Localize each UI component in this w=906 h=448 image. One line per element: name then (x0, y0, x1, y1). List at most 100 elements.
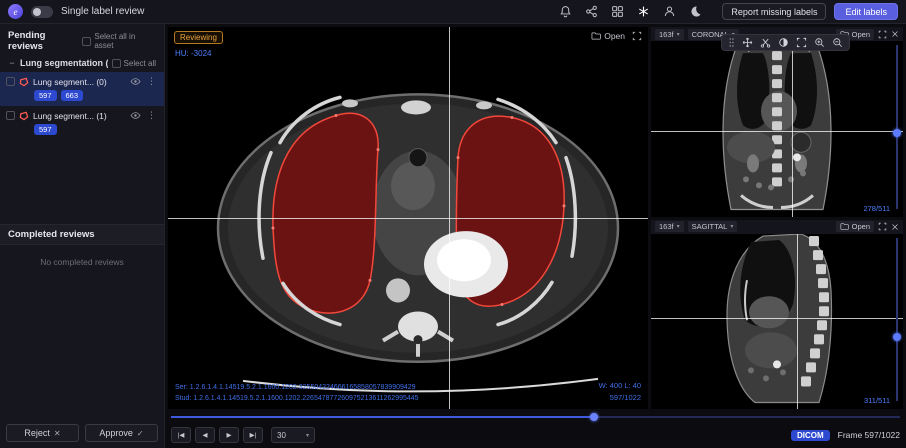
plane-dropdown[interactable]: SAGITTAL▾ (688, 221, 738, 232)
select-all[interactable]: Select all (112, 59, 156, 68)
close-icon[interactable] (891, 30, 899, 38)
side-viewports: 163f▾ CORONAL▾ Open (651, 27, 903, 409)
scissors-icon[interactable] (760, 37, 771, 48)
approve-button-label: Approve (99, 428, 133, 438)
pan-tool-icon[interactable] (742, 37, 753, 48)
completed-reviews-empty-text: No completed reviews (0, 245, 164, 279)
sagittal-viewport[interactable]: 163f▾ SAGITTAL▾ Open 311/51 (651, 220, 903, 410)
timeline-thumb[interactable] (590, 413, 598, 421)
zoom-in-icon[interactable] (814, 37, 825, 48)
frame-count-dropdown[interactable]: 163f▾ (655, 221, 684, 232)
open-panel-button[interactable]: Open (836, 221, 874, 232)
asterisk-icon[interactable] (637, 5, 650, 18)
viewer-toolbar (721, 34, 850, 51)
review-item-0-checkbox[interactable] (6, 77, 15, 86)
frame-badge[interactable]: 663 (61, 90, 84, 101)
sagittal-crosshair-horizontal[interactable] (651, 318, 903, 319)
frame-count-dropdown[interactable]: 163f▾ (655, 29, 684, 40)
skip-last-frame-button[interactable]: ▶| (243, 427, 263, 443)
label-group-row[interactable]: − Lung segmentation (2) Select all (0, 55, 164, 72)
frame-badge[interactable]: 597 (34, 90, 57, 101)
sagittal-ct-image (651, 220, 903, 410)
chevron-down-icon: ▾ (306, 432, 309, 439)
segmentation-class-icon (19, 77, 29, 87)
label-group-title: Lung segmentation (2) (20, 58, 108, 68)
sagittal-crosshair-vertical[interactable] (797, 220, 798, 410)
user-icon[interactable] (663, 5, 676, 18)
coronal-slice-slider[interactable] (893, 45, 901, 209)
visibility-eye-icon[interactable] (130, 110, 141, 121)
next-frame-button[interactable]: ▶ (219, 427, 239, 443)
slider-thumb[interactable] (893, 333, 901, 341)
coronal-ct-image (651, 27, 903, 217)
skip-first-frame-button[interactable]: |◀ (171, 427, 191, 443)
app-logo-icon[interactable]: e (8, 4, 23, 19)
axial-viewport[interactable]: Reviewing HU: -3024 Open Ser: 1.2.6.1.4.… (168, 27, 648, 409)
zoom-out-icon[interactable] (832, 37, 843, 48)
review-item-0[interactable]: Lung segment... (0) ⋮ 597 663 (0, 72, 164, 106)
reject-icon: ✕ (54, 429, 61, 438)
review-sidebar: Pending reviews Select all in asset − Lu… (0, 24, 165, 448)
review-item-0-label: Lung segment... (0) (33, 77, 126, 87)
item-menu-kebab-icon[interactable]: ⋮ (145, 76, 158, 87)
folder-icon (840, 222, 849, 231)
playback-bar: |◀ ◀ ▶ ▶| 30 ▾ DICOM Frame 597/1022 (165, 422, 906, 448)
frame-count-value: 163f (659, 222, 674, 231)
completed-reviews-header[interactable]: Completed reviews (0, 224, 164, 245)
visibility-eye-icon[interactable] (130, 76, 141, 87)
fullscreen-icon[interactable] (632, 31, 642, 41)
fps-dropdown[interactable]: 30 ▾ (271, 427, 315, 443)
coronal-viewport[interactable]: 163f▾ CORONAL▾ Open (651, 27, 903, 217)
fps-value: 30 (277, 431, 286, 440)
edit-labels-button[interactable]: Edit labels (834, 3, 898, 20)
reject-button[interactable]: Reject ✕ (6, 424, 79, 442)
fullscreen-icon[interactable] (878, 30, 887, 39)
drag-handle-icon[interactable] (728, 37, 735, 48)
page-title: Single label review (61, 6, 144, 17)
open-panel-label: Open (852, 30, 870, 39)
report-missing-labels-button[interactable]: Report missing labels (722, 3, 826, 20)
chevron-down-icon: ▾ (730, 223, 733, 230)
frame-badge[interactable]: 597 (34, 124, 57, 135)
approve-icon: ✓ (137, 429, 144, 438)
frame-timeline-slider[interactable] (169, 412, 902, 422)
contrast-icon[interactable] (778, 37, 789, 48)
review-mode-toggle[interactable] (31, 6, 53, 18)
bell-icon[interactable] (559, 5, 572, 18)
series-uid: Ser: 1.2.6.1.4.1.14519.5.2.1.1600.1202.3… (175, 382, 419, 393)
share-icon[interactable] (585, 5, 598, 18)
topbar-icons (559, 5, 702, 18)
item-menu-kebab-icon[interactable]: ⋮ (145, 110, 158, 121)
approve-button[interactable]: Approve ✓ (85, 424, 158, 442)
coronal-position-label: 278/511 (863, 204, 890, 213)
review-item-1[interactable]: Lung segment... (1) ⋮ 597 (0, 106, 164, 140)
review-item-0-badges: 597 663 (34, 90, 158, 101)
axial-crosshair-horizontal[interactable] (168, 218, 648, 219)
folder-icon (591, 31, 601, 41)
sagittal-slice-slider[interactable] (893, 238, 901, 402)
reviewing-status-badge: Reviewing (174, 31, 223, 44)
previous-frame-button[interactable]: ◀ (195, 427, 215, 443)
review-actions: Reject ✕ Approve ✓ (0, 418, 164, 448)
fullscreen-icon[interactable] (878, 222, 887, 231)
close-icon[interactable] (891, 223, 899, 231)
open-asset-label: Open (604, 31, 625, 41)
plane-value: SAGITTAL (692, 222, 728, 231)
collapse-icon[interactable]: − (8, 58, 16, 68)
select-all-in-asset-checkbox[interactable] (82, 37, 91, 46)
review-item-1-checkbox[interactable] (6, 111, 15, 120)
apps-grid-icon[interactable] (611, 5, 624, 18)
open-asset-button[interactable]: Open (591, 31, 625, 41)
select-all-in-asset[interactable]: Select all in asset (82, 32, 156, 50)
coronal-crosshair-horizontal[interactable] (651, 131, 903, 132)
select-all-label: Select all (124, 59, 156, 68)
toggle-knob (33, 8, 41, 16)
moon-icon[interactable] (689, 5, 702, 18)
dicom-badge: DICOM (791, 430, 830, 441)
coronal-crosshair-vertical[interactable] (792, 27, 793, 217)
fullscreen-icon[interactable] (796, 37, 807, 48)
slider-thumb[interactable] (893, 129, 901, 137)
review-item-1-label: Lung segment... (1) (33, 111, 126, 121)
main-body: Pending reviews Select all in asset − Lu… (0, 24, 906, 448)
select-all-checkbox[interactable] (112, 59, 121, 68)
